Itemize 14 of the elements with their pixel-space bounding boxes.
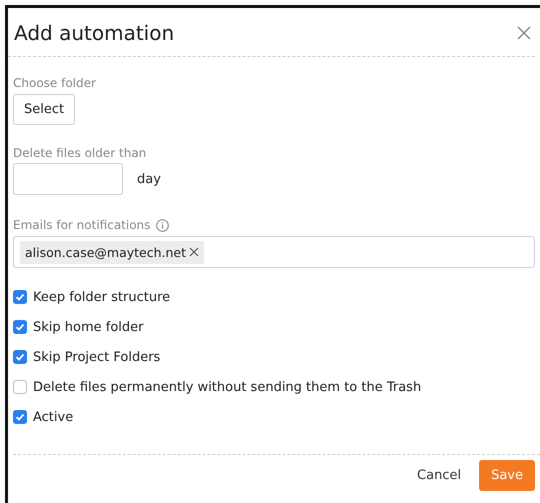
checkbox-label: Active bbox=[33, 410, 74, 424]
field-label: Emails for notifications bbox=[13, 218, 150, 232]
dialog-title: Add automation bbox=[14, 20, 174, 44]
cancel-button[interactable]: Cancel bbox=[417, 468, 462, 483]
field-label: Choose folder bbox=[13, 76, 96, 90]
checkbox-label: Keep folder structure bbox=[33, 290, 170, 304]
field-label: Delete files older than bbox=[13, 146, 146, 160]
checkbox-label: Delete files permanently without sending them to the Trash bbox=[33, 380, 422, 394]
unit-label: day bbox=[137, 172, 161, 186]
email-tag: alison.case@maytech.net bbox=[20, 240, 204, 264]
select-button[interactable]: Select bbox=[13, 94, 76, 125]
checkbox-label: Skip home folder bbox=[33, 320, 144, 334]
email-field[interactable]: alison.case@maytech.net bbox=[13, 236, 535, 268]
checkbox-label: Skip Project Folders bbox=[33, 350, 160, 364]
